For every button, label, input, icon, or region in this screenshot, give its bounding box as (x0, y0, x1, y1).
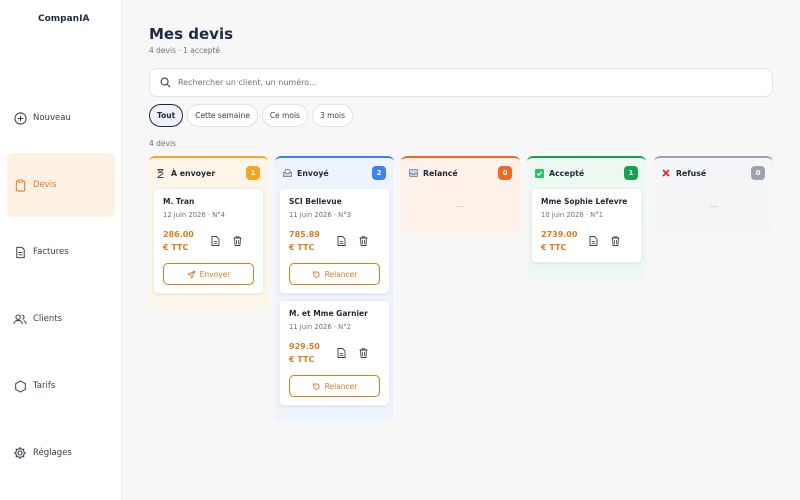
search-bar[interactable] (149, 68, 773, 97)
send-button[interactable]: Envoyer (163, 263, 254, 285)
main-content: Mes devis 4 devis · 1 accepté Tout Cette… (122, 0, 800, 500)
quote-card[interactable]: M. Tran 12 juin 2026 · N°4 286.00 € TTC E… (153, 188, 264, 294)
kanban-column-envoye: Envoyé 2 SCI Bellevue 11 juin 2026 · N°3… (275, 156, 394, 422)
page-title: Mes devis (149, 25, 234, 43)
filter-chip-ce-mois[interactable]: Ce mois (261, 104, 308, 127)
trash-icon[interactable] (355, 233, 371, 249)
sidebar: CompanIA Nouveau Devis Factures Clients … (0, 0, 122, 500)
trash-icon[interactable] (229, 233, 245, 249)
column-count-badge: 0 (751, 166, 765, 180)
column-title: Accepté (549, 168, 585, 178)
search-input[interactable] (178, 78, 738, 87)
trash-icon[interactable] (355, 345, 371, 361)
card-amount: 929.50 € TTC (289, 342, 320, 364)
filter-chip-tout[interactable]: Tout (149, 104, 184, 127)
quote-card[interactable]: M. et Mme Garnier 11 juin 2026 · N°2 929… (279, 300, 390, 406)
hexagon-icon (13, 379, 27, 393)
view-document-icon[interactable] (333, 233, 349, 249)
outbox-icon (283, 169, 294, 177)
users-icon (13, 312, 27, 326)
results-count: 4 devis (149, 139, 176, 148)
check-box-icon (535, 168, 546, 178)
column-header: Refusé 0 (658, 158, 769, 188)
sidebar-item-label: Nouveau (33, 113, 71, 123)
view-document-icon[interactable] (585, 233, 601, 249)
cross-icon (662, 169, 673, 177)
view-document-icon[interactable] (333, 345, 349, 361)
plus-circle-icon (13, 111, 27, 125)
refresh-icon (312, 382, 320, 390)
column-header: Relancé 0 (405, 158, 516, 188)
kanban-column-relance: Relancé 0 … (401, 156, 520, 233)
sidebar-item-factures[interactable]: Factures (7, 220, 115, 284)
hourglass-icon (157, 168, 168, 178)
column-count-badge: 1 (246, 166, 260, 180)
card-meta: 12 juin 2026 · N°4 (163, 211, 225, 219)
card-client: M. Tran (163, 197, 195, 206)
card-meta: 11 juin 2026 · N°3 (289, 211, 351, 219)
card-amount: 2739.00 € TTC (541, 230, 578, 252)
column-header: Envoyé 2 (279, 158, 390, 188)
column-title: À envoyer (171, 168, 216, 178)
sidebar-item-label: Tarifs (33, 381, 56, 391)
send-icon (187, 269, 196, 279)
page-subtitle: 4 devis · 1 accepté (149, 46, 221, 55)
gear-icon (13, 446, 27, 460)
sidebar-item-clients[interactable]: Clients (7, 287, 115, 351)
kanban-column-a-envoyer: À envoyer 1 M. Tran 12 juin 2026 · N°4 2… (149, 156, 268, 310)
column-count-badge: 0 (498, 166, 512, 180)
remind-button[interactable]: Relancer (289, 375, 380, 397)
kanban-column-refuse: Refusé 0 … (654, 156, 773, 233)
card-meta: 10 juin 2026 · N°1 (541, 211, 603, 219)
filter-chip-cette-semaine[interactable]: Cette semaine (187, 104, 258, 127)
sidebar-item-nouveau[interactable]: Nouveau (7, 86, 115, 150)
view-document-icon[interactable] (207, 233, 223, 249)
sidebar-item-devis[interactable]: Devis (7, 153, 115, 217)
sidebar-item-label: Clients (33, 314, 63, 324)
card-amount: 286.00 € TTC (163, 230, 194, 252)
empty-column-indicator: … (456, 200, 465, 209)
column-header: À envoyer 1 (153, 158, 264, 188)
sidebar-item-label: Devis (33, 180, 57, 190)
brand-logo[interactable]: CompanIA (38, 14, 89, 24)
clipboard-icon (13, 178, 27, 192)
sidebar-item-label: Réglages (33, 448, 72, 458)
inbox-icon (409, 169, 420, 177)
trash-icon[interactable] (607, 233, 623, 249)
remind-button[interactable]: Relancer (289, 263, 380, 285)
column-count-badge: 1 (624, 166, 638, 180)
kanban-column-accepte: Accepté 1 Mme Sophie Lefevre 10 juin 202… (527, 156, 646, 279)
search-icon (160, 73, 171, 92)
sidebar-item-label: Factures (33, 247, 69, 257)
card-client: M. et Mme Garnier (289, 309, 368, 318)
column-count-badge: 2 (372, 166, 386, 180)
card-meta: 11 juin 2026 · N°2 (289, 323, 351, 331)
card-client: Mme Sophie Lefevre (541, 197, 628, 206)
refresh-icon (312, 270, 320, 278)
quote-card[interactable]: Mme Sophie Lefevre 10 juin 2026 · N°1 27… (531, 188, 642, 263)
column-title: Envoyé (297, 168, 329, 178)
filter-chips: Tout Cette semaine Ce mois 3 mois (149, 104, 353, 127)
quote-card[interactable]: SCI Bellevue 11 juin 2026 · N°3 785.89 € … (279, 188, 390, 294)
column-header: Accepté 1 (531, 158, 642, 188)
card-client: SCI Bellevue (289, 197, 342, 206)
sidebar-item-reglages[interactable]: Réglages (7, 421, 115, 485)
filter-chip-3-mois[interactable]: 3 mois (311, 104, 353, 127)
card-amount: 785.89 € TTC (289, 230, 320, 252)
empty-column-indicator: … (709, 200, 718, 209)
column-title: Refusé (676, 168, 707, 178)
column-title: Relancé (423, 168, 458, 178)
document-icon (13, 245, 27, 259)
sidebar-item-tarifs[interactable]: Tarifs (7, 354, 115, 418)
